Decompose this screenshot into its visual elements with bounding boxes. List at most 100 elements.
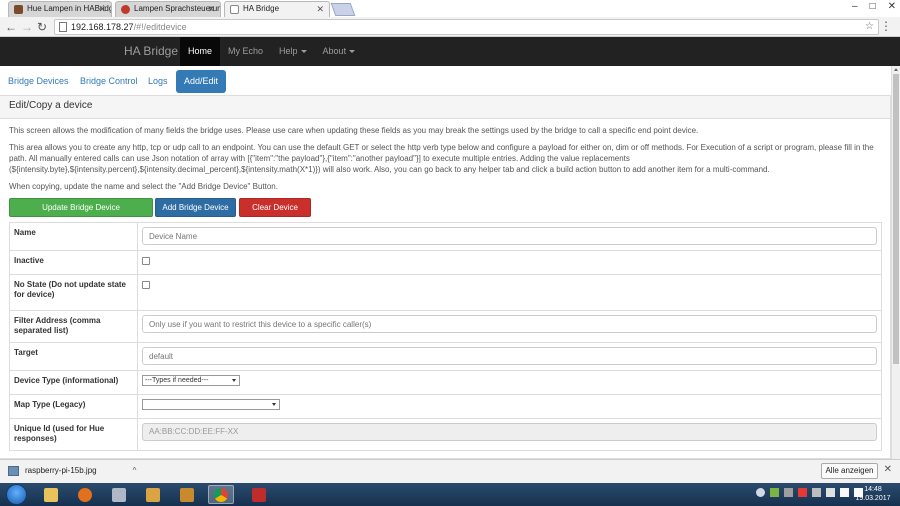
panel-title: Edit/Copy a device	[0, 96, 890, 119]
windows-taskbar: 14:48 19.03.2017	[0, 483, 900, 506]
folder-icon	[44, 487, 58, 502]
top-nav: Home My Echo Help About	[180, 37, 363, 66]
page-scrollbar[interactable]	[891, 66, 900, 459]
clear-device-button[interactable]: Clear Device	[239, 198, 311, 217]
intro-text: When copying, update the name and select…	[9, 182, 278, 191]
tab-bridge-devices[interactable]: Bridge Devices	[0, 70, 77, 93]
close-tab-icon[interactable]: ✕	[316, 2, 324, 16]
tab-add-edit[interactable]: Add/Edit	[176, 70, 227, 93]
target-input[interactable]	[142, 347, 877, 365]
intro-text: This screen allows the modification of m…	[9, 126, 699, 135]
taskbar-chrome[interactable]	[208, 485, 234, 504]
nav-help-label: Help	[279, 46, 298, 56]
taskbar-app-4[interactable]	[140, 485, 166, 504]
cloud-icon[interactable]	[756, 488, 765, 497]
caret-down-icon	[300, 50, 307, 54]
chevron-up-icon[interactable]: ^	[133, 464, 137, 478]
app-navbar: HA Bridge Home My Echo Help About	[0, 37, 900, 66]
tab-bridge-control[interactable]: Bridge Control	[72, 70, 146, 93]
add-bridge-device-button[interactable]: Add Bridge Device	[155, 198, 236, 217]
nav-help[interactable]: Help	[271, 37, 315, 66]
close-window-icon[interactable]: ✕	[888, 0, 896, 14]
device-name-input[interactable]	[142, 227, 877, 245]
unique-id-label: Unique Id (used for Hue responses)	[9, 418, 138, 451]
firefox-icon	[78, 487, 92, 502]
address-bar[interactable]: 192.168.178.27/#!/editdevice ☆	[54, 19, 879, 35]
bookmark-star-icon[interactable]: ☆	[865, 20, 874, 34]
nav-about[interactable]: About	[315, 37, 364, 66]
dropdown-arrow-icon	[272, 403, 276, 406]
form-row-nostate: No State (Do not update state for device…	[9, 274, 882, 311]
nostate-label: No State (Do not update state for device…	[9, 274, 138, 311]
form-row-inactive: Inactive	[9, 250, 882, 275]
browser-tab-hue-lampen[interactable]: Hue Lampen in HABridg ✕	[8, 1, 112, 17]
nav-home[interactable]: Home	[180, 37, 221, 66]
clock-date: 19.03.2017	[855, 495, 891, 502]
browser-toolbar: ← → ↻ 192.168.178.27/#!/editdevice ☆ ⋮	[0, 17, 900, 37]
form-row-filter: Filter Address (comma separated list)	[9, 310, 882, 343]
taskbar-clock[interactable]: 14:48 19.03.2017	[853, 485, 893, 503]
nav-about-label: About	[322, 46, 347, 56]
scrollbar-thumb[interactable]	[893, 74, 899, 364]
intro-text: This area allows you to create any http,…	[9, 143, 874, 174]
nostate-checkbox[interactable]	[142, 281, 150, 289]
form-row-name: Name	[9, 222, 882, 251]
taskbar-firefox[interactable]	[72, 485, 98, 504]
taskbar-explorer[interactable]	[38, 485, 64, 504]
signal-icon[interactable]	[840, 488, 849, 497]
window-controls: – □ ✕	[852, 0, 896, 14]
maximize-icon[interactable]: □	[870, 0, 876, 14]
tray-app-icon[interactable]	[770, 488, 779, 497]
tab-title: HA Bridge	[243, 4, 280, 13]
inactive-checkbox[interactable]	[142, 257, 150, 265]
reload-icon[interactable]: ↻	[37, 19, 47, 35]
tray-app-icon[interactable]	[826, 488, 835, 497]
filter-address-input[interactable]	[142, 315, 877, 333]
image-file-icon	[8, 466, 19, 476]
tray-app-icon[interactable]	[784, 488, 793, 497]
tray-app-icon[interactable]	[812, 488, 821, 497]
inactive-label: Inactive	[9, 250, 138, 275]
start-button[interactable]	[6, 484, 27, 505]
close-tab-icon[interactable]: ✕	[207, 2, 215, 16]
tray-alert-icon[interactable]	[798, 488, 807, 497]
downloads-bar: raspberry-pi-15b.jpg ^ Alle anzeigen ✕	[0, 459, 900, 483]
caret-down-icon	[349, 50, 356, 54]
back-icon[interactable]: ←	[5, 19, 17, 35]
minimize-icon[interactable]: –	[852, 0, 858, 14]
checkmark-icon	[146, 487, 160, 502]
panel-body: This screen allows the modification of m…	[0, 125, 890, 192]
taskbar-app-5[interactable]	[174, 485, 200, 504]
dropdown-arrow-icon	[232, 379, 236, 382]
device-type-select[interactable]: ---Types if needed---	[142, 375, 240, 386]
browser-tab-lampen[interactable]: Lampen Sprachsteuerun ✕	[115, 1, 221, 17]
chrome-menu-icon[interactable]: ⋮	[880, 19, 892, 33]
system-tray	[756, 488, 863, 497]
map-type-select[interactable]	[142, 399, 280, 410]
taskbar-filezilla[interactable]	[246, 485, 272, 504]
scroll-up-icon[interactable]	[894, 68, 898, 71]
update-bridge-device-button[interactable]: Update Bridge Device	[9, 198, 153, 217]
brand-logo[interactable]: HA Bridge	[124, 37, 178, 66]
form-row-unique-id: Unique Id (used for Hue responses) AA:BB…	[9, 418, 882, 451]
section-tabs: Bridge Devices Bridge Control Logs Add/E…	[0, 70, 900, 94]
show-all-downloads-button[interactable]: Alle anzeigen	[821, 463, 878, 479]
box-icon	[112, 487, 126, 502]
download-filename: raspberry-pi-15b.jpg	[25, 466, 97, 475]
forward-icon[interactable]: →	[21, 19, 33, 35]
edit-device-panel: Edit/Copy a device This screen allows th…	[0, 95, 891, 459]
download-item[interactable]: raspberry-pi-15b.jpg ^	[8, 464, 136, 478]
close-downloads-icon[interactable]: ✕	[884, 464, 892, 475]
map-type-label: Map Type (Legacy)	[9, 394, 138, 419]
tab-logs[interactable]: Logs	[140, 70, 176, 93]
close-tab-icon[interactable]: ✕	[98, 2, 106, 16]
browser-tab-ha-bridge[interactable]: HA Bridge ✕	[224, 1, 330, 17]
page-info-icon[interactable]	[59, 22, 67, 32]
nav-my-echo[interactable]: My Echo	[220, 37, 271, 66]
taskbar-app-3[interactable]	[106, 485, 132, 504]
site-favicon-icon	[121, 5, 130, 14]
new-tab-button[interactable]	[330, 3, 356, 16]
name-label: Name	[9, 222, 138, 251]
form-row-target: Target	[9, 342, 882, 371]
unique-id-field: AA:BB:CC:DD:EE:FF-XX	[142, 423, 877, 441]
